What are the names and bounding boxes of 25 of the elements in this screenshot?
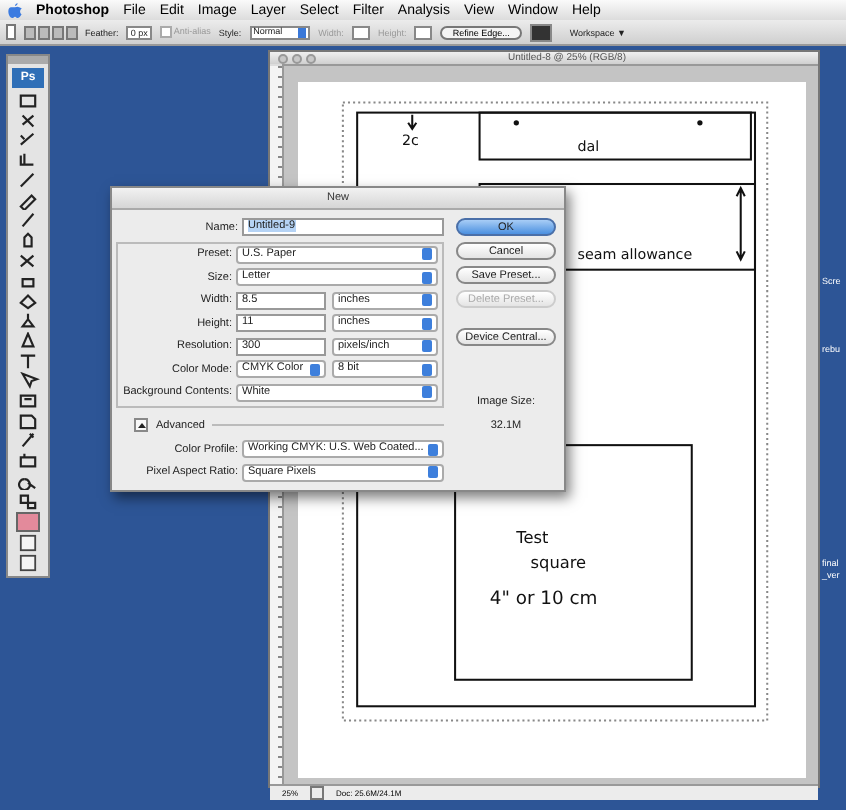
marquee-icon[interactable] [16,92,40,110]
handwritten-text: square [530,551,587,572]
handwritten-text: Test [516,527,549,548]
double-arrow [735,185,746,262]
dot [697,120,703,126]
pencil-icon[interactable] [16,212,40,230]
eyedropper-icon[interactable] [16,432,40,450]
type-icon[interactable] [16,352,40,370]
apple-icon[interactable] [8,2,22,18]
handwritten-text: 4" or 10 cm [489,588,598,611]
disclosure-toggle[interactable] [134,418,148,432]
status-icon[interactable] [310,785,325,800]
color-swatch[interactable] [16,512,40,532]
arrow-cursor-icon[interactable] [16,372,40,390]
mode-icon[interactable] [16,554,40,572]
height-field[interactable] [414,25,433,39]
workspace-icon[interactable] [529,23,552,41]
marquee-tool-icon[interactable] [6,24,16,40]
slice-icon[interactable] [16,172,40,190]
brush-icon[interactable] [16,192,40,210]
mode-icon[interactable] [16,534,40,552]
zoom-icon[interactable] [16,472,40,490]
default-colors-icon[interactable] [16,492,40,510]
width-field[interactable] [351,25,370,39]
dot [513,120,519,126]
